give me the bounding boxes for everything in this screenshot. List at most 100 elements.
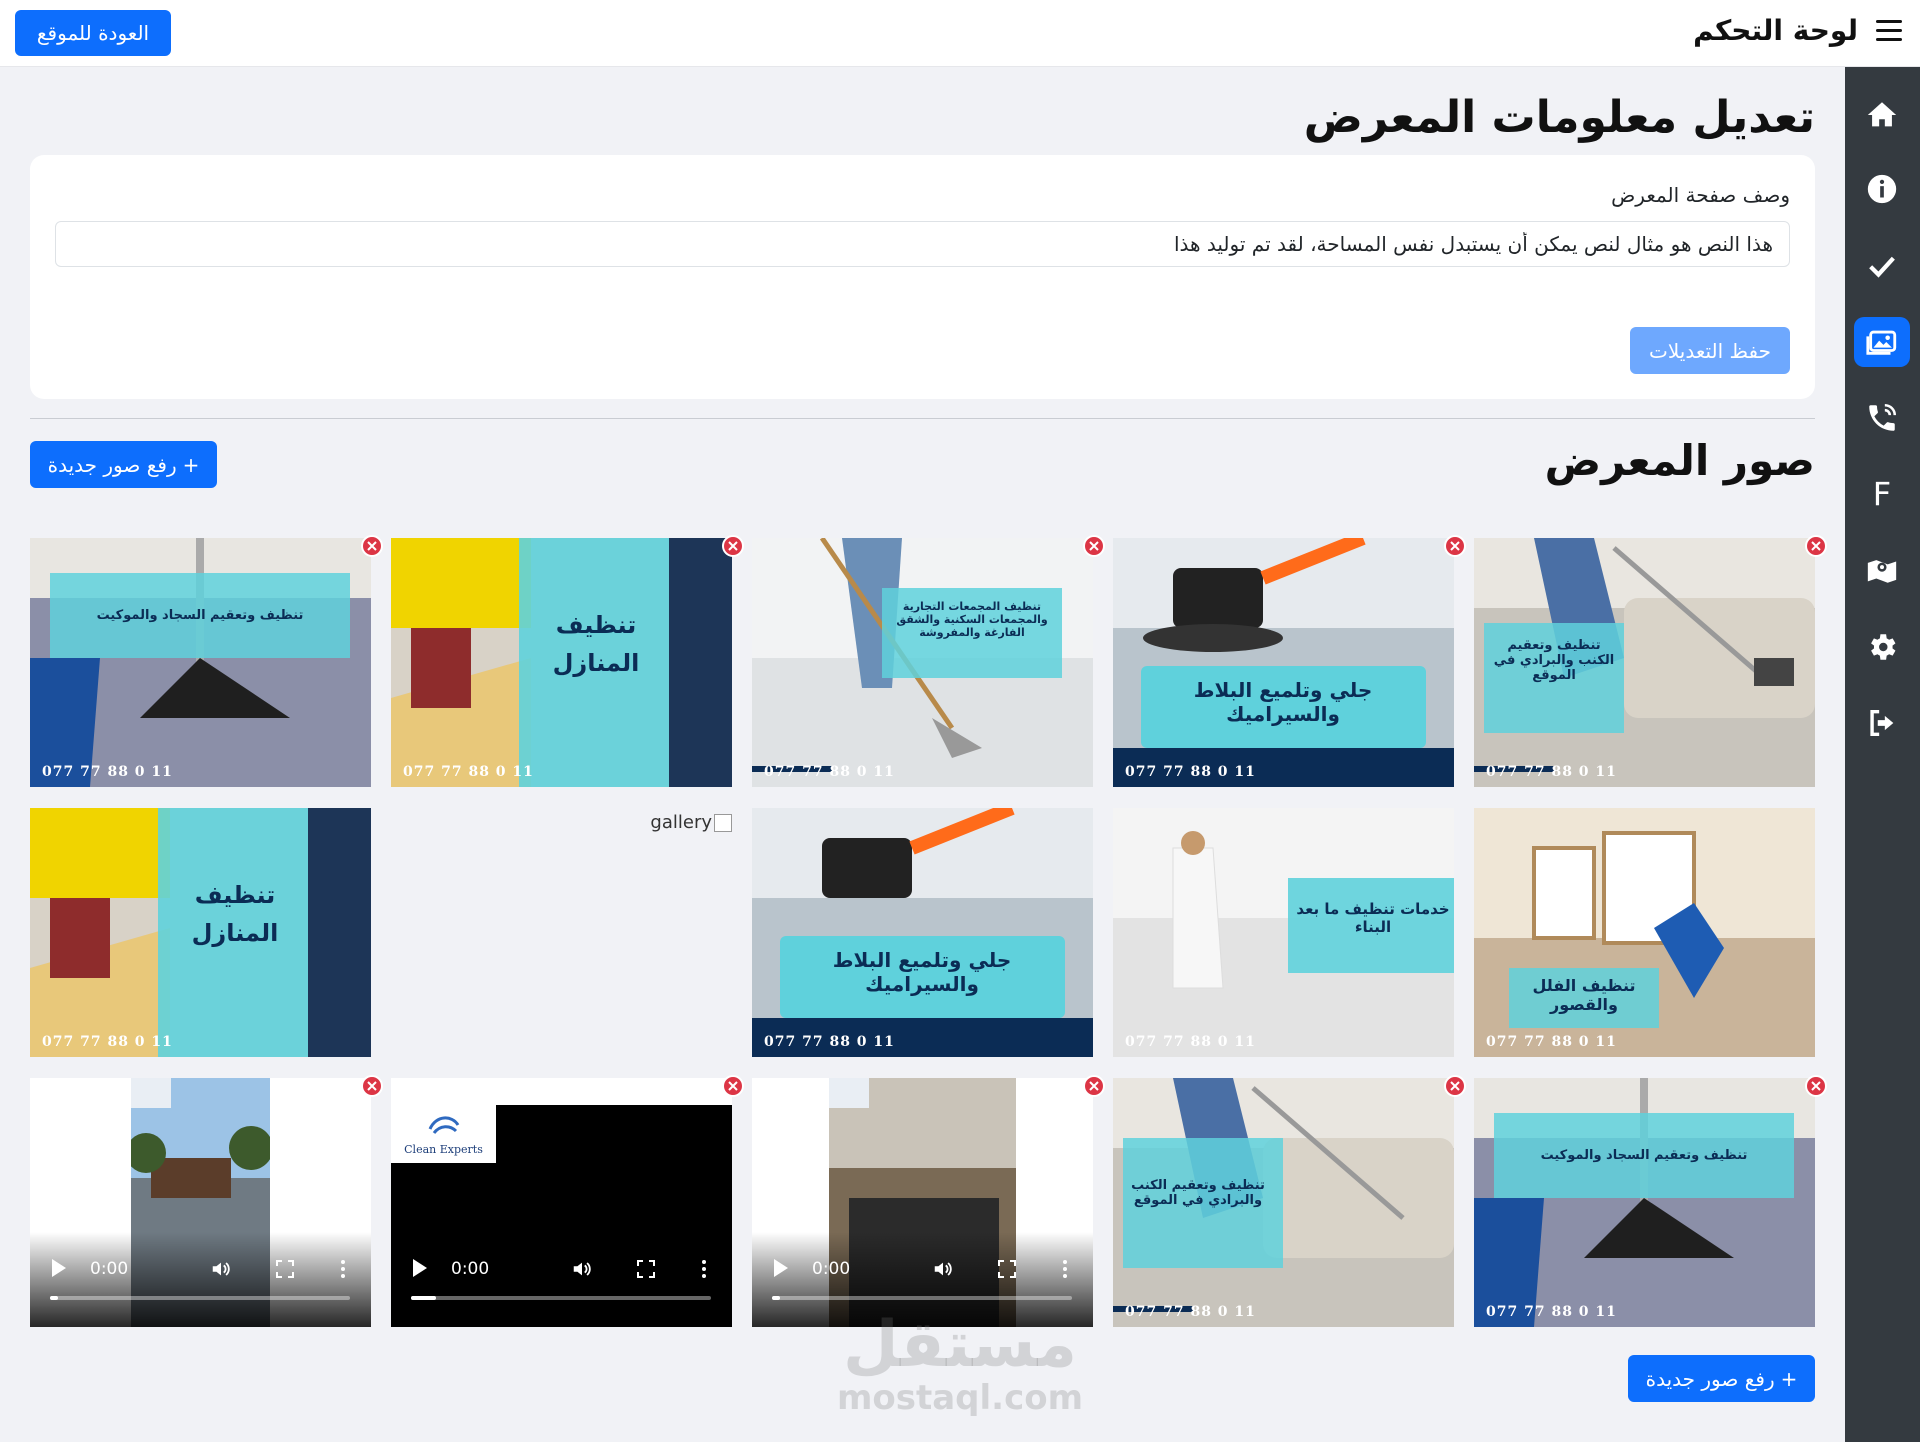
video-player[interactable]: 0:00: [30, 1078, 371, 1327]
volume-icon[interactable]: [210, 1258, 232, 1280]
gallery-tile[interactable]: تنظيف المجمعات التجارية والمجمعات السكني…: [752, 538, 1093, 787]
fullscreen-icon[interactable]: [636, 1259, 656, 1279]
close-icon: [1450, 541, 1460, 551]
top-navbar: العودة للموقع لوحة التحكم: [0, 0, 1920, 67]
gallery-tile[interactable]: تنظيف وتعقيم الكنب والبرادي في الموقع 07…: [1474, 538, 1815, 787]
video-progress-bar[interactable]: [772, 1296, 1072, 1300]
tile-caption: خدمات تنظيف ما بعد البناء: [1296, 900, 1450, 936]
section-divider: [30, 418, 1815, 419]
gallery-tile[interactable]: تنظيف وتعقيم السجاد والموكيت 077 77 88 0…: [1474, 1078, 1815, 1327]
hamburger-menu-icon[interactable]: [1876, 20, 1902, 44]
gear-icon: [1871, 634, 1896, 660]
close-icon: [1811, 541, 1821, 551]
sidebar-item-info[interactable]: [1854, 164, 1910, 214]
logo-swirl-icon: [428, 1116, 460, 1134]
page-title: تعديل معلومات المعرض: [1303, 92, 1815, 143]
sidebar-item-home[interactable]: [1854, 90, 1910, 140]
delete-image-button[interactable]: [1805, 1075, 1827, 1097]
fullscreen-icon[interactable]: [275, 1259, 295, 1279]
close-icon: [728, 1081, 738, 1091]
broken-image-tile[interactable]: gallery: [391, 808, 732, 1057]
sidebar-item-settings[interactable]: [1854, 622, 1910, 672]
video-progress-bar[interactable]: [411, 1296, 711, 1300]
broken-image-alt: gallery: [650, 812, 712, 833]
check-icon: [1869, 256, 1895, 278]
volume-icon[interactable]: [571, 1258, 593, 1280]
delete-image-button[interactable]: [722, 535, 744, 557]
description-label: وصف صفحة المعرض: [1611, 183, 1790, 207]
delete-video-button[interactable]: [722, 1075, 744, 1097]
sidebar-item-map[interactable]: [1854, 545, 1910, 595]
upload-button-label: رفع صور جديدة: [47, 452, 177, 477]
close-icon: [1450, 1081, 1460, 1091]
sidebar-item-contact[interactable]: [1854, 393, 1910, 443]
video-player[interactable]: 0:00: [752, 1078, 1093, 1327]
tile-caption: تنظيف وتعقيم السجاد والموكيت: [1540, 1148, 1748, 1163]
home-icon: [1867, 102, 1897, 127]
play-icon[interactable]: [413, 1259, 427, 1277]
play-icon[interactable]: [52, 1259, 66, 1277]
description-input[interactable]: [55, 221, 1790, 267]
upload-images-button-top[interactable]: + رفع صور جديدة: [30, 441, 217, 488]
delete-video-button[interactable]: [361, 1075, 383, 1097]
tile-caption: تنظيف وتعقيم الكنب والبرادي في الموقع: [1131, 1178, 1265, 1208]
tile-caption: جلي وتلميع البلاط والسيراميك: [1193, 678, 1373, 726]
clean-experts-logo: Clean Experts: [391, 1105, 496, 1163]
tile-caption: تنظيف وتعقيم الكنب والبرادي في الموقع: [1493, 638, 1615, 683]
tile-caption: تنظيف المنازل: [552, 611, 640, 677]
gallery-info-card: وصف صفحة المعرض حفظ التعديلات: [30, 155, 1815, 399]
fullscreen-icon[interactable]: [997, 1259, 1017, 1279]
gallery-tile[interactable]: تنظيف المنازل 077 77 88 0 11: [30, 808, 371, 1057]
video-progress-bar[interactable]: [50, 1296, 350, 1300]
more-options-icon[interactable]: [1062, 1259, 1068, 1279]
volume-icon[interactable]: [932, 1258, 954, 1280]
phone-icon: [1869, 403, 1897, 431]
delete-image-button[interactable]: [1444, 535, 1466, 557]
tile-phone: 077 77 88 0 11: [764, 764, 895, 780]
tile-caption: تنظيف المجمعات التجارية والمجمعات السكني…: [896, 600, 1048, 639]
carpet-cleaning-photo: [30, 538, 371, 787]
gallery-tile[interactable]: تنظيف وتعقيم السجاد والموكيت 077 77 88 0…: [30, 538, 371, 787]
tile-caption: تنظيف المنازل: [191, 881, 279, 947]
mopping-photo: [752, 538, 1093, 787]
close-icon: [367, 541, 377, 551]
tile-phone: 077 77 88 0 11: [1486, 764, 1617, 780]
logout-icon: [1870, 709, 1894, 737]
tile-phone: 077 77 88 0 11: [1486, 1304, 1617, 1320]
delete-image-button[interactable]: [361, 535, 383, 557]
more-options-icon[interactable]: [340, 1259, 346, 1279]
upload-images-button-bottom[interactable]: + رفع صور جديدة: [1628, 1355, 1815, 1402]
gallery-tile[interactable]: خدمات تنظيف ما بعد البناء 077 77 88 0 11: [1113, 808, 1454, 1057]
sidebar-item-check[interactable]: [1854, 241, 1910, 291]
gallery-icon: [1866, 330, 1897, 355]
tile-phone: 077 77 88 0 11: [403, 764, 534, 780]
floor-polishing-photo: [1113, 538, 1454, 787]
video-time: 0:00: [451, 1259, 490, 1279]
play-icon[interactable]: [774, 1259, 788, 1277]
plus-icon: +: [182, 452, 200, 477]
back-to-site-button[interactable]: العودة للموقع: [15, 10, 171, 56]
tile-phone: 077 77 88 0 11: [764, 1034, 895, 1050]
save-changes-button[interactable]: حفظ التعديلات: [1630, 327, 1790, 374]
video-player[interactable]: Clean Experts 0:00: [391, 1078, 732, 1327]
watermark-arabic: مستقل: [842, 1308, 1078, 1382]
gallery-tile[interactable]: جلي وتلميع البلاط والسيراميك 077 77 88 0…: [752, 808, 1093, 1057]
delete-video-button[interactable]: [1083, 1075, 1105, 1097]
tile-phone: 077 77 88 0 11: [42, 764, 173, 780]
gallery-tile[interactable]: تنظيف الفلل والقصور 077 77 88 0 11: [1474, 808, 1815, 1057]
tile-caption: تنظيف وتعقيم السجاد والموكيت: [96, 608, 304, 623]
tile-phone: 077 77 88 0 11: [1125, 1304, 1256, 1320]
sidebar-item-logout[interactable]: [1854, 698, 1910, 748]
close-icon: [1089, 541, 1099, 551]
gallery-tile[interactable]: جلي وتلميع البلاط والسيراميك 077 77 88 0…: [1113, 538, 1454, 787]
delete-image-button[interactable]: [1805, 535, 1827, 557]
delete-image-button[interactable]: [1444, 1075, 1466, 1097]
gallery-tile[interactable]: تنظيف المنازل 077 77 88 0 11: [391, 538, 732, 787]
map-icon: [1867, 560, 1897, 583]
sidebar-item-gallery[interactable]: [1854, 317, 1910, 367]
delete-image-button[interactable]: [1083, 535, 1105, 557]
tile-phone: 077 77 88 0 11: [1125, 1034, 1256, 1050]
gallery-tile[interactable]: تنظيف وتعقيم الكنب والبرادي في الموقع 07…: [1113, 1078, 1454, 1327]
sidebar-item-facebook[interactable]: F: [1854, 469, 1910, 519]
more-options-icon[interactable]: [701, 1259, 707, 1279]
